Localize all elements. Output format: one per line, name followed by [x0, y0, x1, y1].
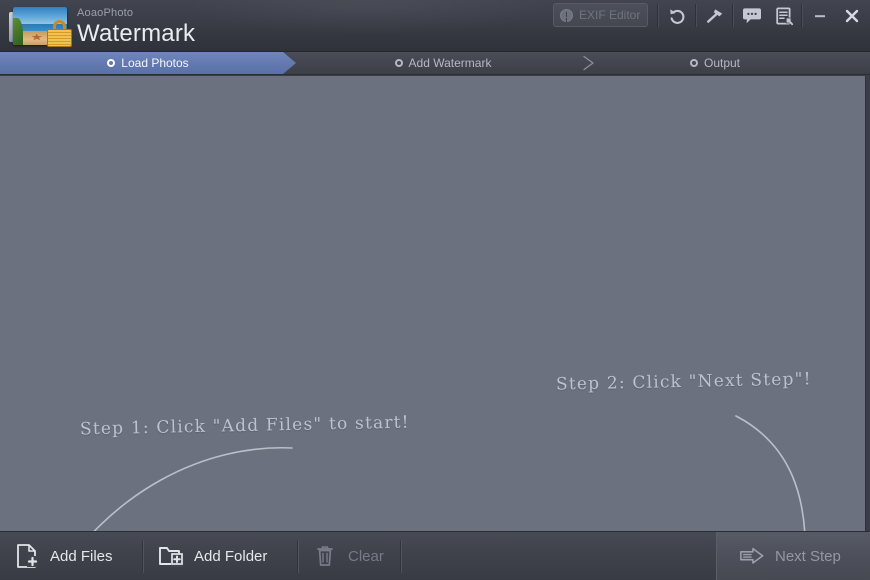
brand-product: Watermark [77, 20, 196, 47]
close-icon[interactable] [838, 3, 866, 29]
padlock-body [47, 29, 72, 47]
step-dot-icon [107, 59, 116, 67]
register-document-icon[interactable] [767, 3, 801, 29]
step-dot-icon [689, 59, 698, 67]
step-navigation-bar: Load Photos Add Watermark Output [0, 52, 870, 75]
exif-editor-button[interactable]: EXIF Editor [553, 3, 648, 27]
clear-label: Clear [348, 547, 384, 565]
step-label: Load Photos [121, 56, 189, 70]
chevron-right-icon [582, 55, 596, 71]
exclamation-circle-icon [560, 8, 573, 22]
title-bar: AoaoPhoto Watermark EXIF Editor [0, 0, 870, 52]
logo-leaf [13, 18, 23, 45]
minimize-icon[interactable] [806, 3, 834, 29]
add-files-label: Add Files [50, 547, 113, 565]
app-logo-icon [9, 5, 72, 47]
toolbar-divider [695, 4, 697, 27]
tools-hammer-icon[interactable] [698, 3, 732, 29]
annotation-step-2-text: Step 2: Click "Next Step"! [555, 369, 812, 395]
bottom-toolbar: Add Files Add Folder Clear Next Step [0, 531, 870, 580]
application-window: AoaoPhoto Watermark EXIF Editor Load Pho… [0, 0, 870, 580]
bottom-toolbar-divider [297, 540, 299, 573]
add-folder-label: Add Folder [194, 547, 268, 565]
step-tab-load-photos[interactable]: Load Photos [0, 52, 296, 74]
step-tab-output[interactable]: Output [600, 52, 830, 74]
step-dot-icon [394, 59, 403, 67]
undo-icon[interactable] [660, 3, 694, 29]
next-step-label: Next Step [775, 547, 841, 565]
toolbar-divider [732, 4, 734, 27]
add-files-button[interactable]: Add Files [14, 532, 113, 580]
annotation-step-1-text: Step 1: Click "Add Files" to start! [79, 412, 410, 440]
folder-add-icon [158, 543, 184, 569]
trash-icon [312, 543, 338, 569]
add-folder-button[interactable]: Add Folder [158, 532, 267, 580]
clear-button[interactable]: Clear [312, 532, 384, 580]
step-label: Add Watermark [408, 56, 492, 70]
step-label: Output [703, 56, 741, 70]
step-tab-add-watermark[interactable]: Add Watermark [296, 52, 590, 74]
bottom-toolbar-divider [400, 540, 402, 573]
toolbar-divider [657, 4, 659, 27]
toolbar-divider [801, 4, 803, 27]
exif-editor-label: EXIF Editor [579, 8, 641, 22]
next-step-button[interactable]: Next Step [716, 532, 870, 580]
bottom-toolbar-divider [142, 540, 144, 573]
padlock-icon [47, 20, 72, 47]
arrow-right-icon [739, 543, 765, 569]
brand-vendor: AoaoPhoto [77, 7, 134, 19]
feedback-bubble-icon[interactable] [735, 3, 769, 29]
brand: AoaoPhoto Watermark [77, 7, 195, 47]
annotation-arrows [93, 415, 806, 531]
file-add-icon [14, 543, 40, 569]
photo-list-canvas[interactable]: Step 1: Click "Add Files" to start! Step… [0, 76, 866, 531]
canvas-right-edge [866, 76, 870, 531]
